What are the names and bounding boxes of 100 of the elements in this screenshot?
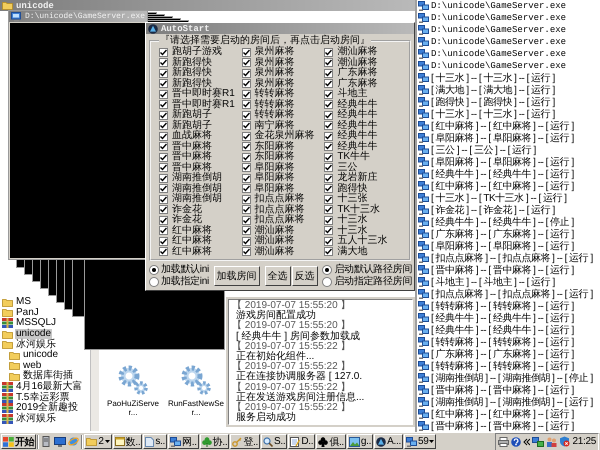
file-name[interactable]: PaoHuZiServer...	[103, 399, 163, 417]
tree-item[interactable]: 冰河娱乐	[15, 414, 57, 424]
checkbox[interactable]	[159, 110, 168, 120]
checkbox[interactable]	[324, 48, 334, 57]
checkbox[interactable]	[159, 216, 168, 225]
checkbox[interactable]	[324, 247, 334, 256]
checkbox[interactable]	[324, 226, 334, 236]
taskbar-button[interactable]: 俱..	[316, 434, 346, 449]
checkbox[interactable]	[159, 48, 168, 57]
taskbar-button[interactable]: s..	[143, 434, 168, 449]
checkbox[interactable]	[324, 68, 334, 78]
taskbar-button[interactable]: 协..	[200, 434, 230, 449]
taskbar-button[interactable]: 登..	[230, 434, 260, 449]
taskbar-button[interactable]: 2	[84, 434, 112, 449]
checkbox[interactable]	[159, 121, 168, 130]
tree-item[interactable]: unicode	[22, 350, 60, 360]
checkbox[interactable]	[324, 90, 334, 99]
checkbox[interactable]	[324, 58, 334, 68]
select-all-button[interactable]: 全选	[264, 266, 291, 286]
network-icon	[418, 121, 429, 131]
checkbox[interactable]	[159, 194, 168, 204]
radio-button[interactable]	[149, 264, 159, 274]
tree-item[interactable]: MS	[15, 297, 32, 308]
checkbox[interactable]	[242, 236, 251, 246]
radio-button[interactable]	[322, 264, 332, 274]
taskbar-button[interactable]: D..	[288, 434, 316, 449]
taskbar-button[interactable]: A...	[374, 434, 403, 449]
tree-item[interactable]: 冰河娱乐	[15, 340, 57, 350]
checkbox[interactable]	[324, 79, 334, 88]
start-button[interactable]: 开始	[1, 434, 36, 449]
checkbox[interactable]	[324, 184, 334, 194]
checkbox[interactable]	[159, 100, 168, 110]
checkbox[interactable]	[159, 58, 168, 68]
taskbar-button[interactable]: 网..	[168, 434, 199, 449]
checkbox[interactable]	[242, 174, 251, 183]
checkbox[interactable]	[242, 110, 251, 120]
taskbar-button[interactable]: S..	[261, 434, 288, 449]
network-icon	[418, 373, 429, 383]
checkbox[interactable]	[242, 152, 251, 162]
taskbar-button[interactable]: 数..	[112, 434, 142, 449]
checkbox[interactable]	[242, 48, 251, 57]
checkbox[interactable]	[324, 205, 334, 214]
checkbox[interactable]	[242, 79, 251, 88]
checkbox[interactable]	[242, 205, 251, 214]
tree-item[interactable]: 4月16最新大富	[15, 382, 84, 392]
checkbox[interactable]	[159, 68, 168, 78]
checkbox[interactable]	[159, 90, 168, 99]
invert-selection-button[interactable]: 反选	[292, 266, 318, 286]
checkbox[interactable]	[324, 216, 334, 225]
checkbox[interactable]	[324, 163, 334, 172]
checkbox[interactable]	[324, 174, 334, 183]
radio-button[interactable]	[322, 276, 332, 286]
checkbox[interactable]	[159, 152, 168, 162]
tree-item[interactable]: 2019全新趣投	[15, 403, 80, 414]
checkbox[interactable]	[159, 79, 168, 88]
checkbox[interactable]	[242, 216, 251, 225]
tree-item[interactable]: PanJ	[15, 308, 40, 318]
checkbox[interactable]	[159, 163, 168, 172]
checkbox[interactable]	[159, 142, 168, 152]
room-status: [ 晋中麻将 ] -- [ 晋中麻将 ] -- [ 运行 ]	[431, 420, 574, 432]
checkbox[interactable]	[242, 90, 251, 99]
checkbox[interactable]	[324, 100, 334, 110]
tree-item[interactable]: unicode	[15, 329, 52, 340]
radio-button[interactable]	[149, 276, 159, 286]
checkbox[interactable]	[159, 174, 168, 183]
checkbox[interactable]	[159, 247, 168, 256]
checkbox[interactable]	[242, 132, 251, 141]
checkbox[interactable]	[159, 132, 168, 141]
tree-item[interactable]: 数据库街插	[22, 371, 74, 382]
checkbox[interactable]	[324, 121, 334, 130]
checkbox[interactable]	[159, 205, 168, 214]
checkbox[interactable]	[324, 142, 334, 152]
tree-item[interactable]: T.5幸运彩票	[15, 392, 70, 403]
checkbox[interactable]	[324, 110, 334, 120]
checkbox-label: 晋中即时赛R1	[172, 89, 235, 99]
checkbox[interactable]	[159, 236, 168, 246]
checkbox[interactable]	[242, 226, 251, 236]
taskbar-button[interactable]: 59	[404, 434, 436, 449]
checkbox[interactable]	[324, 132, 334, 141]
checkbox[interactable]	[242, 194, 251, 204]
network-icon	[418, 337, 429, 347]
tree-item[interactable]: web	[22, 360, 42, 371]
load-rooms-button[interactable]: 加载房间	[214, 266, 260, 286]
checkbox[interactable]	[242, 163, 251, 172]
checkbox[interactable]	[242, 100, 251, 110]
checkbox[interactable]	[159, 226, 168, 236]
checkbox[interactable]	[324, 152, 334, 162]
checkbox[interactable]	[242, 121, 251, 130]
taskbar-button[interactable]: g..	[346, 434, 374, 449]
tree-item[interactable]: MSSQLJ	[15, 318, 58, 328]
checkbox[interactable]	[242, 142, 251, 152]
checkbox[interactable]	[242, 68, 251, 78]
checkbox[interactable]	[324, 194, 334, 204]
network-icon	[418, 217, 429, 227]
checkbox[interactable]	[242, 58, 251, 68]
checkbox[interactable]	[242, 247, 251, 256]
checkbox[interactable]	[159, 184, 168, 194]
file-name[interactable]: RunFastNewSer...	[166, 399, 226, 417]
checkbox[interactable]	[242, 184, 251, 194]
checkbox[interactable]	[324, 236, 334, 246]
